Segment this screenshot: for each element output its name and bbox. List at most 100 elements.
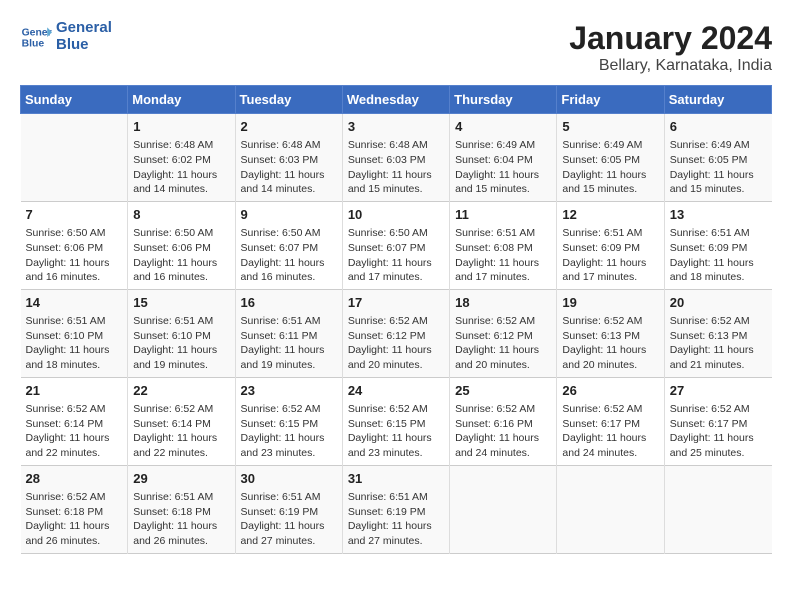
- calendar-cell: 28 Sunrise: 6:52 AMSunset: 6:18 PMDayligh…: [21, 465, 128, 553]
- cell-info: Sunrise: 6:52 AMSunset: 6:12 PMDaylight:…: [348, 314, 444, 373]
- day-number: 13: [670, 206, 767, 224]
- day-number: 7: [26, 206, 123, 224]
- cell-info: Sunrise: 6:49 AMSunset: 6:05 PMDaylight:…: [562, 138, 658, 197]
- calendar-cell: 10Sunrise: 6:50 AMSunset: 6:07 PMDayligh…: [342, 201, 449, 289]
- day-number: 15: [133, 294, 229, 312]
- calendar-cell: [450, 465, 557, 553]
- day-number: 19: [562, 294, 658, 312]
- calendar-cell: 20 Sunrise: 6:52 AMSunset: 6:13 PMDayligh…: [664, 289, 771, 377]
- calendar-week-row: 7Sunrise: 6:50 AMSunset: 6:06 PMDaylight…: [21, 201, 772, 289]
- calendar-cell: 15 Sunrise: 6:51 AMSunset: 6:10 PMDayligh…: [128, 289, 235, 377]
- calendar-cell: 3 Sunrise: 6:48 AMSunset: 6:03 PMDaylight…: [342, 114, 449, 202]
- page-title: January 2024: [569, 20, 772, 57]
- calendar-week-row: 14 Sunrise: 6:51 AMSunset: 6:10 PMDayligh…: [21, 289, 772, 377]
- day-number: 5: [562, 118, 658, 136]
- day-number: 11: [455, 206, 551, 224]
- day-number: 27: [670, 382, 767, 400]
- calendar-cell: 8Sunrise: 6:50 AMSunset: 6:06 PMDaylight…: [128, 201, 235, 289]
- cell-info: Sunrise: 6:52 AMSunset: 6:13 PMDaylight:…: [562, 314, 658, 373]
- cell-info: Sunrise: 6:52 AMSunset: 6:13 PMDaylight:…: [670, 314, 767, 373]
- logo-general: General: [56, 20, 112, 37]
- calendar-cell: 6Sunrise: 6:49 AMSunset: 6:05 PMDaylight…: [664, 114, 771, 202]
- day-number: 17: [348, 294, 444, 312]
- day-number: 9: [241, 206, 337, 224]
- calendar-cell: 23 Sunrise: 6:52 AMSunset: 6:15 PMDayligh…: [235, 377, 342, 465]
- day-number: 18: [455, 294, 551, 312]
- calendar-week-row: 28 Sunrise: 6:52 AMSunset: 6:18 PMDayligh…: [21, 465, 772, 553]
- day-number: 26: [562, 382, 658, 400]
- logo-icon: General Blue: [20, 21, 52, 53]
- day-number: 22: [133, 382, 229, 400]
- cell-info: Sunrise: 6:51 AMSunset: 6:10 PMDaylight:…: [26, 314, 123, 373]
- calendar-cell: 9 Sunrise: 6:50 AMSunset: 6:07 PMDaylight…: [235, 201, 342, 289]
- cell-info: Sunrise: 6:51 AMSunset: 6:09 PMDaylight:…: [562, 226, 658, 285]
- cell-info: Sunrise: 6:52 AMSunset: 6:12 PMDaylight:…: [455, 314, 551, 373]
- calendar-cell: [557, 465, 664, 553]
- cell-info: Sunrise: 6:50 AMSunset: 6:07 PMDaylight:…: [348, 226, 444, 285]
- day-number: 1: [133, 118, 229, 136]
- day-number: 29: [133, 470, 229, 488]
- calendar-cell: 5 Sunrise: 6:49 AMSunset: 6:05 PMDaylight…: [557, 114, 664, 202]
- cell-info: Sunrise: 6:51 AMSunset: 6:19 PMDaylight:…: [348, 490, 444, 549]
- calendar-cell: 4 Sunrise: 6:49 AMSunset: 6:04 PMDaylight…: [450, 114, 557, 202]
- cell-info: Sunrise: 6:50 AMSunset: 6:07 PMDaylight:…: [241, 226, 337, 285]
- calendar-cell: 17 Sunrise: 6:52 AMSunset: 6:12 PMDayligh…: [342, 289, 449, 377]
- calendar-week-row: 21 Sunrise: 6:52 AMSunset: 6:14 PMDayligh…: [21, 377, 772, 465]
- cell-info: Sunrise: 6:51 AMSunset: 6:08 PMDaylight:…: [455, 226, 551, 285]
- col-saturday: Saturday: [664, 86, 771, 114]
- calendar-cell: 7Sunrise: 6:50 AMSunset: 6:06 PMDaylight…: [21, 201, 128, 289]
- header-row: Sunday Monday Tuesday Wednesday Thursday…: [21, 86, 772, 114]
- page-subtitle: Bellary, Karnataka, India: [569, 57, 772, 75]
- col-wednesday: Wednesday: [342, 86, 449, 114]
- cell-info: Sunrise: 6:52 AMSunset: 6:15 PMDaylight:…: [241, 402, 337, 461]
- day-number: 3: [348, 118, 444, 136]
- cell-info: Sunrise: 6:51 AMSunset: 6:09 PMDaylight:…: [670, 226, 767, 285]
- col-friday: Friday: [557, 86, 664, 114]
- calendar-table: Sunday Monday Tuesday Wednesday Thursday…: [20, 85, 772, 554]
- calendar-cell: [664, 465, 771, 553]
- day-number: 4: [455, 118, 551, 136]
- logo: General Blue General Blue: [20, 20, 112, 53]
- cell-info: Sunrise: 6:52 AMSunset: 6:14 PMDaylight:…: [133, 402, 229, 461]
- calendar-cell: 24 Sunrise: 6:52 AMSunset: 6:15 PMDayligh…: [342, 377, 449, 465]
- calendar-cell: 16 Sunrise: 6:51 AMSunset: 6:11 PMDayligh…: [235, 289, 342, 377]
- col-monday: Monday: [128, 86, 235, 114]
- col-sunday: Sunday: [21, 86, 128, 114]
- day-number: 2: [241, 118, 337, 136]
- calendar-cell: 19 Sunrise: 6:52 AMSunset: 6:13 PMDayligh…: [557, 289, 664, 377]
- calendar-cell: 26Sunrise: 6:52 AMSunset: 6:17 PMDayligh…: [557, 377, 664, 465]
- calendar-cell: 31 Sunrise: 6:51 AMSunset: 6:19 PMDayligh…: [342, 465, 449, 553]
- cell-info: Sunrise: 6:49 AMSunset: 6:04 PMDaylight:…: [455, 138, 551, 197]
- day-number: 20: [670, 294, 767, 312]
- day-number: 31: [348, 470, 444, 488]
- cell-info: Sunrise: 6:48 AMSunset: 6:03 PMDaylight:…: [348, 138, 444, 197]
- day-number: 28: [26, 470, 123, 488]
- col-thursday: Thursday: [450, 86, 557, 114]
- col-tuesday: Tuesday: [235, 86, 342, 114]
- calendar-cell: 30 Sunrise: 6:51 AMSunset: 6:19 PMDayligh…: [235, 465, 342, 553]
- cell-info: Sunrise: 6:51 AMSunset: 6:10 PMDaylight:…: [133, 314, 229, 373]
- calendar-week-row: 1Sunrise: 6:48 AMSunset: 6:02 PMDaylight…: [21, 114, 772, 202]
- day-number: 14: [26, 294, 123, 312]
- cell-info: Sunrise: 6:52 AMSunset: 6:16 PMDaylight:…: [455, 402, 551, 461]
- day-number: 23: [241, 382, 337, 400]
- cell-info: Sunrise: 6:52 AMSunset: 6:15 PMDaylight:…: [348, 402, 444, 461]
- cell-info: Sunrise: 6:51 AMSunset: 6:19 PMDaylight:…: [241, 490, 337, 549]
- day-number: 16: [241, 294, 337, 312]
- cell-info: Sunrise: 6:48 AMSunset: 6:03 PMDaylight:…: [241, 138, 337, 197]
- cell-info: Sunrise: 6:51 AMSunset: 6:11 PMDaylight:…: [241, 314, 337, 373]
- cell-info: Sunrise: 6:52 AMSunset: 6:17 PMDaylight:…: [670, 402, 767, 461]
- calendar-cell: 2 Sunrise: 6:48 AMSunset: 6:03 PMDaylight…: [235, 114, 342, 202]
- day-number: 6: [670, 118, 767, 136]
- title-block: January 2024 Bellary, Karnataka, India: [569, 20, 772, 75]
- day-number: 24: [348, 382, 444, 400]
- calendar-cell: [21, 114, 128, 202]
- day-number: 8: [133, 206, 229, 224]
- day-number: 21: [26, 382, 123, 400]
- calendar-cell: 1Sunrise: 6:48 AMSunset: 6:02 PMDaylight…: [128, 114, 235, 202]
- cell-info: Sunrise: 6:52 AMSunset: 6:14 PMDaylight:…: [26, 402, 123, 461]
- calendar-cell: 18 Sunrise: 6:52 AMSunset: 6:12 PMDayligh…: [450, 289, 557, 377]
- day-number: 30: [241, 470, 337, 488]
- calendar-cell: 14 Sunrise: 6:51 AMSunset: 6:10 PMDayligh…: [21, 289, 128, 377]
- cell-info: Sunrise: 6:52 AMSunset: 6:18 PMDaylight:…: [26, 490, 123, 549]
